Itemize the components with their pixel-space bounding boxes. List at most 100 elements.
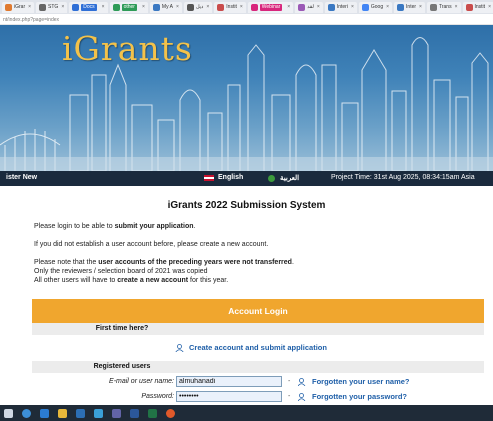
- teams-icon[interactable]: [112, 408, 121, 418]
- notice-line-1-bold: user accounts of the preceding years wer…: [98, 259, 292, 266]
- tab-close-icon[interactable]: ×: [206, 4, 209, 10]
- language-english-label: English: [218, 174, 244, 181]
- tab-label: لقد: [307, 4, 314, 10]
- edge-icon[interactable]: [94, 408, 103, 418]
- notice-line-1-post: .: [291, 259, 294, 266]
- tab-close-icon[interactable]: ×: [386, 4, 389, 10]
- account-login-header: Account Login: [32, 299, 484, 323]
- first-time-row: First time here?: [32, 323, 484, 335]
- file-explorer-icon[interactable]: [58, 408, 67, 418]
- browser-tab[interactable]: Webinar ×: [247, 1, 294, 13]
- intro-line-1-post: .: [193, 223, 196, 230]
- store-icon[interactable]: [76, 408, 85, 418]
- tab-favicon-icon: [250, 3, 258, 11]
- tab-favicon-icon: [186, 3, 194, 11]
- browser-tab[interactable]: ديل ×: [183, 1, 213, 13]
- intro-line-1-bold: submit your application: [114, 223, 194, 230]
- language-english-link[interactable]: English: [204, 174, 243, 181]
- browser-tab[interactable]: Trans ×: [426, 1, 461, 13]
- browser-tab[interactable]: Interi ×: [324, 1, 357, 13]
- email-field[interactable]: [176, 376, 282, 387]
- tab-close-icon[interactable]: ×: [419, 4, 422, 10]
- qatar-flag-icon: [268, 174, 275, 182]
- tab-close-icon[interactable]: ×: [102, 4, 105, 10]
- first-time-label: First time here?: [95, 325, 149, 332]
- register-new-link[interactable]: ister New: [6, 174, 37, 181]
- tab-favicon-icon: [217, 3, 225, 11]
- password-label: Password:: [141, 393, 174, 400]
- firefox-icon[interactable]: [166, 408, 175, 418]
- user-icon: [175, 343, 184, 352]
- tab-favicon-icon: [39, 3, 47, 11]
- browser-tab[interactable]: Docs ×: [69, 1, 108, 13]
- browser-tab[interactable]: My A ×: [149, 1, 182, 13]
- notice-line-3-pre: All other users will have to: [34, 277, 118, 284]
- tab-close-icon[interactable]: ×: [142, 4, 145, 10]
- tab-close-icon[interactable]: ×: [317, 4, 320, 10]
- create-account-link[interactable]: Create account and submit application: [175, 343, 327, 352]
- tab-group-tag: Webinar: [259, 3, 283, 11]
- browser-tab[interactable]: Instit ×: [462, 1, 493, 13]
- project-time: Project Time: 31st Aug 2025, 08:34:15am …: [331, 174, 475, 181]
- search-icon[interactable]: [22, 408, 31, 418]
- tab-favicon-icon: [5, 3, 12, 11]
- tab-close-icon[interactable]: ×: [287, 4, 290, 10]
- browser-tab[interactable]: other ×: [109, 1, 148, 13]
- tab-favicon-icon: [298, 3, 306, 11]
- tab-close-icon[interactable]: ×: [240, 4, 243, 10]
- page-title: iGrants 2022 Submission System: [167, 200, 326, 211]
- tab-close-icon[interactable]: ×: [176, 4, 179, 10]
- os-taskbar: [0, 405, 493, 421]
- tab-favicon-icon: [327, 3, 335, 11]
- tab-close-icon[interactable]: ×: [455, 4, 458, 10]
- word-icon[interactable]: [130, 408, 139, 418]
- forgot-username-label: Forgotten your user name?: [312, 377, 410, 386]
- intro-line-1-pre: Please login to be able to: [34, 223, 115, 230]
- email-label: E-mail or user name:: [109, 378, 174, 385]
- notice-line-2: Only the reviewers / selection board of …: [34, 268, 208, 275]
- tab-favicon-icon: [152, 3, 160, 11]
- password-field[interactable]: [176, 391, 282, 402]
- tab-label: Inter: [406, 4, 417, 10]
- uk-flag-icon: [204, 174, 214, 181]
- tab-favicon-icon: [465, 3, 473, 11]
- tab-label: Instit: [474, 4, 486, 10]
- tab-favicon-icon: [112, 3, 120, 11]
- tab-label: ديل: [195, 4, 204, 10]
- tab-favicon-icon: [397, 3, 405, 11]
- tab-close-icon[interactable]: ×: [28, 4, 31, 10]
- user-key-icon: [298, 392, 306, 401]
- forgot-password-link[interactable]: Forgotten your password?: [298, 392, 407, 401]
- user-key-icon: [298, 377, 306, 386]
- browser-tab[interactable]: Inter ×: [394, 1, 425, 13]
- tab-group-tag: other: [121, 3, 137, 11]
- browser-tab-strip: iGrar × STG × Docs × other × My A × ديل × Instit × Web…: [0, 0, 493, 14]
- tab-close-icon[interactable]: ×: [61, 4, 64, 10]
- intro-line-2: If you did not establish a user account …: [34, 241, 269, 248]
- tab-label: Interi: [336, 4, 348, 10]
- browser-tab[interactable]: لقد ×: [295, 1, 323, 13]
- dash-separator: -: [288, 393, 291, 400]
- registered-users-label: Registered users: [93, 363, 151, 370]
- start-icon[interactable]: [4, 408, 13, 418]
- tab-close-icon[interactable]: ×: [488, 4, 491, 10]
- tab-label: Goog: [370, 4, 384, 10]
- browser-tab[interactable]: iGrar ×: [2, 1, 35, 13]
- excel-icon[interactable]: [148, 408, 157, 418]
- forgot-password-label: Forgotten your password?: [312, 392, 408, 401]
- tab-label: STG: [48, 4, 59, 10]
- language-arabic-label: العربية: [280, 175, 300, 182]
- language-arabic-link[interactable]: العربية: [268, 174, 299, 182]
- intro-line-1: Please login to be able to submit your a…: [34, 222, 195, 231]
- url-bar[interactable]: nt/index.php?page=index: [0, 14, 493, 25]
- browser-tab[interactable]: Goog ×: [358, 1, 393, 13]
- tab-close-icon[interactable]: ×: [351, 4, 354, 10]
- browser-tab[interactable]: STG ×: [36, 1, 68, 13]
- tab-favicon-icon: [72, 3, 80, 11]
- igrants-logo[interactable]: iGrants: [62, 29, 193, 68]
- tab-label: iGrar: [14, 4, 26, 10]
- forgot-username-link[interactable]: Forgotten your user name?: [298, 377, 410, 386]
- browser-tab[interactable]: Instit ×: [214, 1, 246, 13]
- outlook-icon[interactable]: [40, 408, 49, 418]
- dash-separator: -: [288, 378, 291, 385]
